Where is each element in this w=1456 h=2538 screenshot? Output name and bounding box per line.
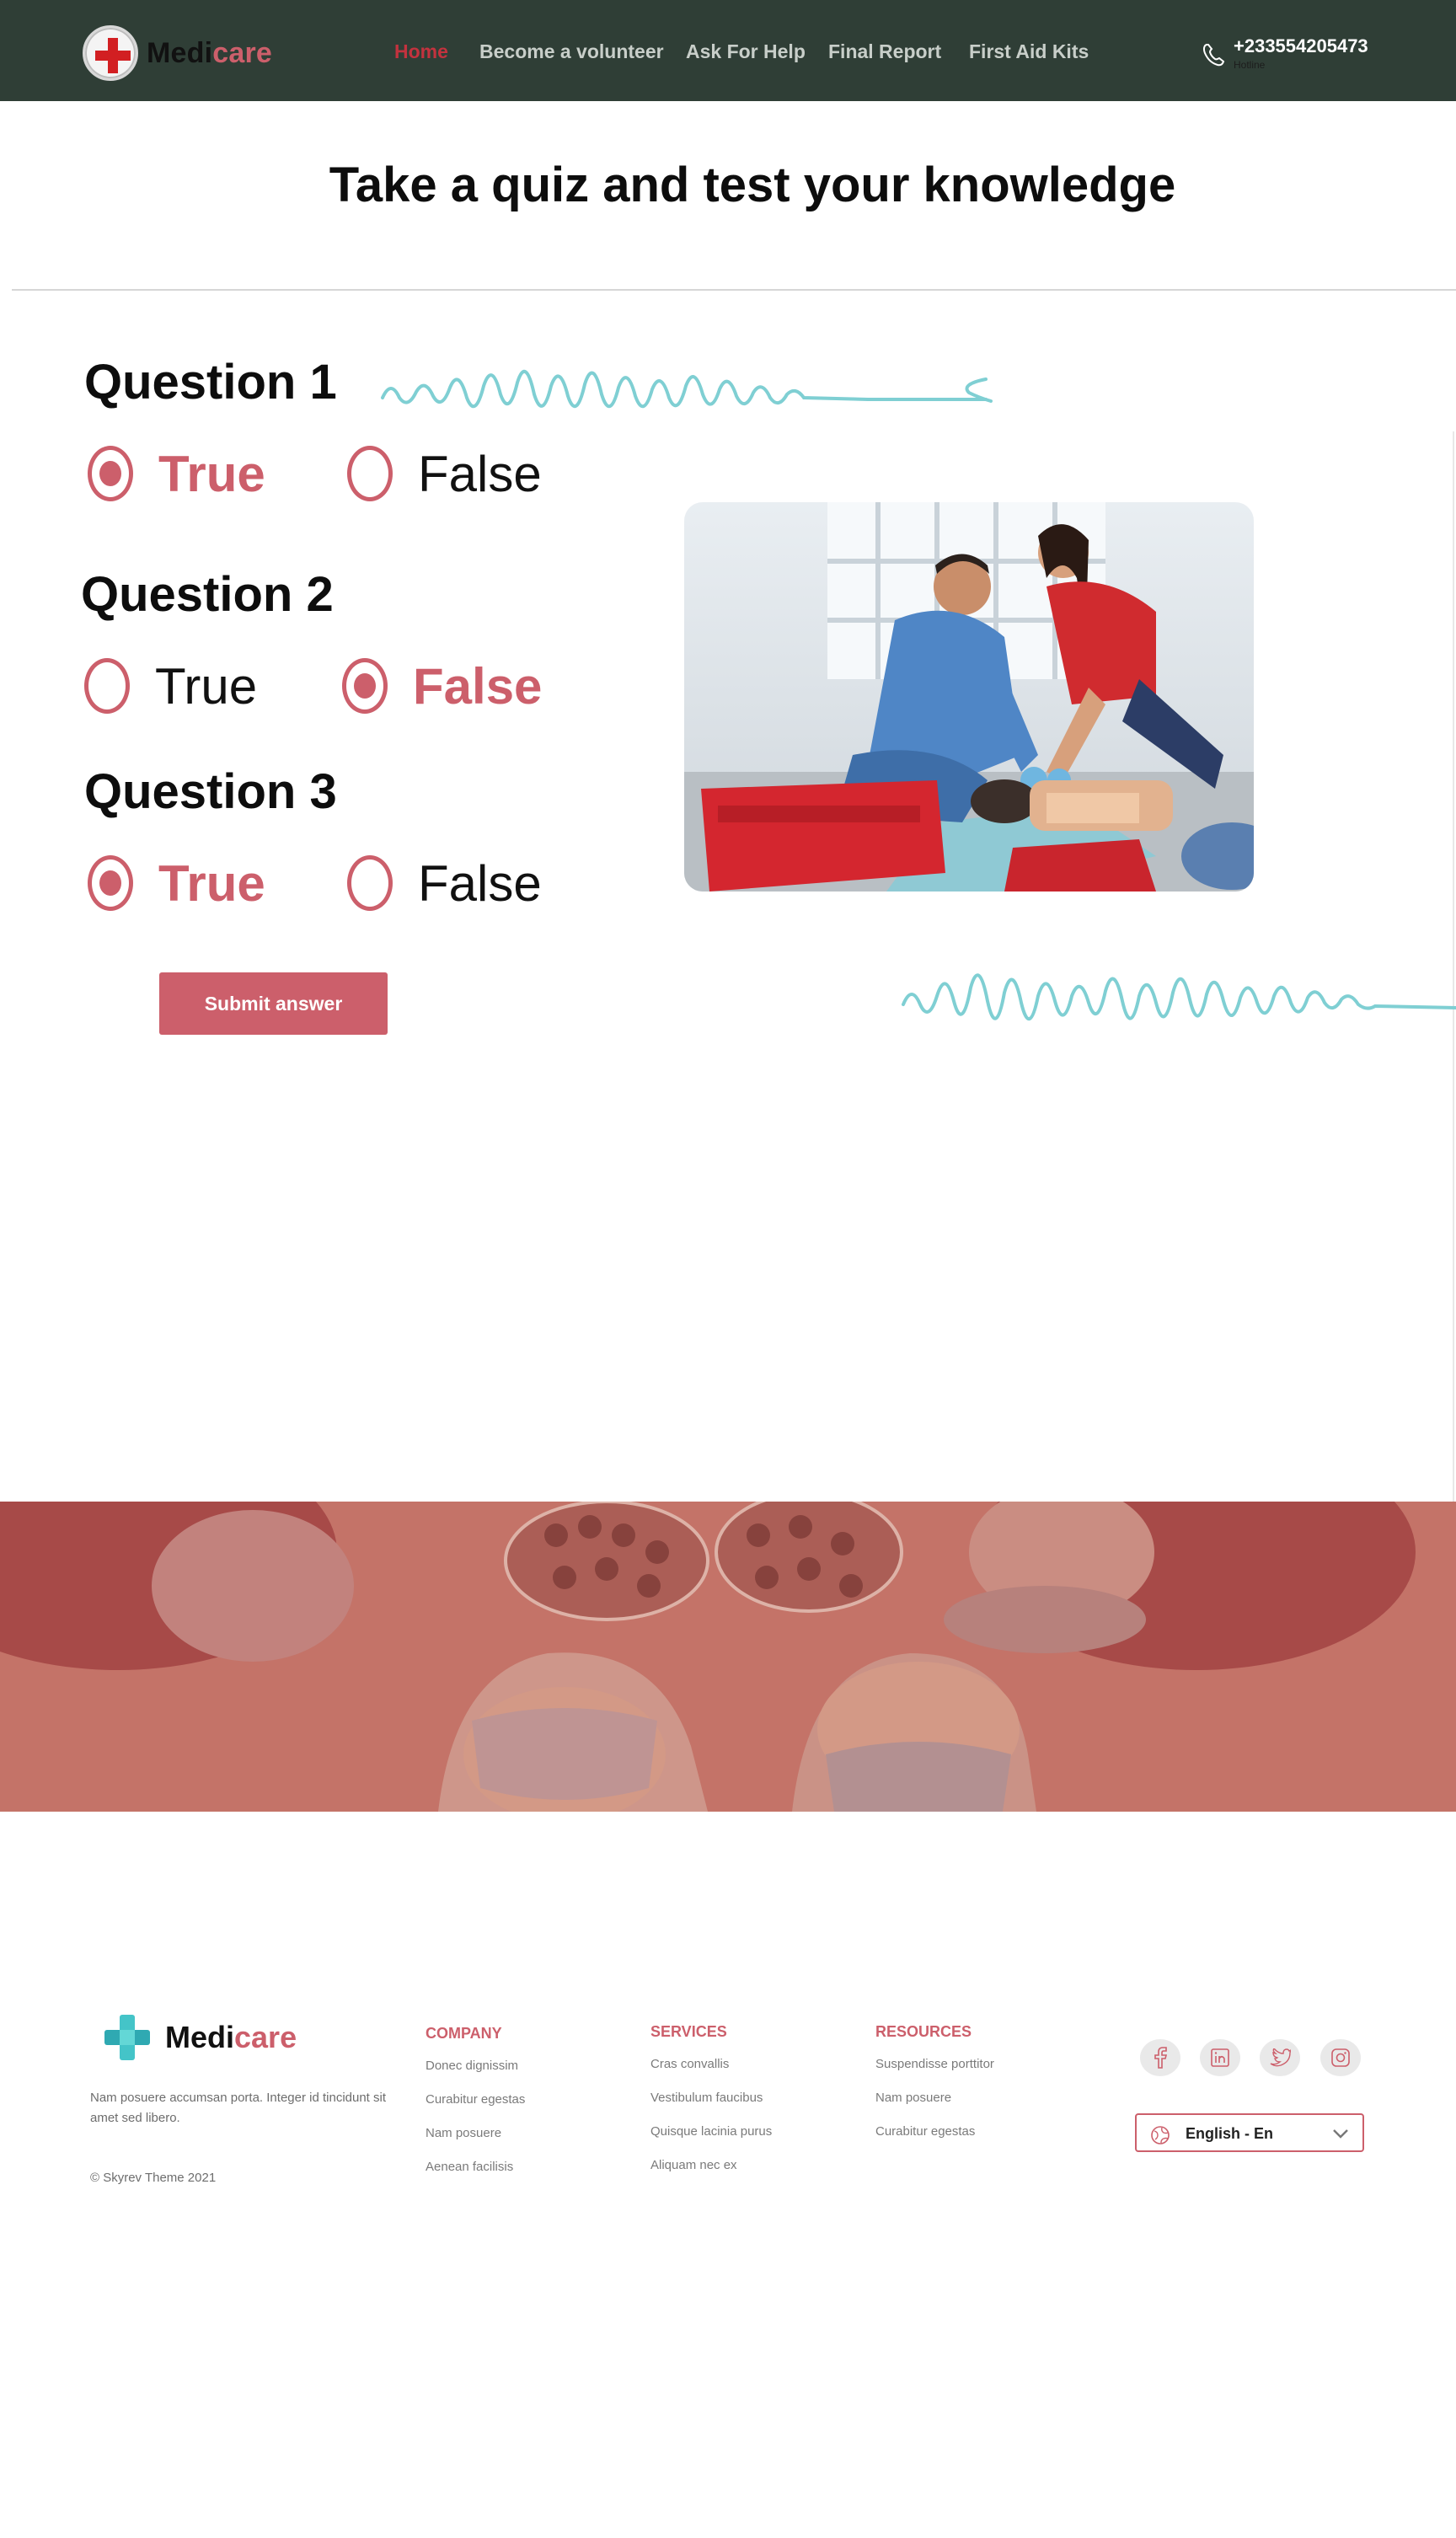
option-label: True — [158, 445, 265, 502]
radio-checked-icon[interactable] — [88, 855, 133, 911]
nav-item-first-aid-kits[interactable]: First Aid Kits — [969, 40, 1089, 63]
radio-unchecked-icon[interactable] — [347, 446, 393, 501]
footer-link[interactable]: Quisque lacinia purus — [650, 2122, 772, 2155]
surgeons-banner-image — [0, 1502, 1456, 1812]
footer-link[interactable]: Curabitur egestas — [875, 2122, 994, 2155]
radio-checked-icon[interactable] — [342, 658, 388, 714]
page-title: Take a quiz and test your knowledge — [329, 158, 1176, 212]
cpr-training-photo — [684, 502, 1254, 892]
footer-link[interactable]: Donec dignissim — [426, 2056, 525, 2090]
submit-answer-button[interactable]: Submit answer — [159, 972, 388, 1035]
footer-description: Nam posuere accumsan porta. Integer id t… — [90, 2091, 387, 2125]
nav-item-home[interactable]: Home — [394, 40, 448, 63]
option-label: False — [418, 854, 542, 912]
radio-checked-icon[interactable] — [88, 446, 133, 501]
q1-option-false[interactable]: False — [347, 444, 542, 503]
phone-contact[interactable]: +233554205473 Hotline — [1202, 35, 1404, 78]
phone-icon — [1202, 44, 1225, 67]
option-label: True — [158, 854, 265, 912]
footer-link[interactable]: Nam posuere — [875, 2088, 994, 2122]
footer-link[interactable]: Vestibulum faucibus — [650, 2088, 772, 2122]
question-3-title: Question 3 — [84, 764, 337, 819]
medical-cross-icon — [104, 2015, 150, 2060]
footer-column-resources: RESOURCES Suspendisse porttitor Nam posu… — [875, 2023, 994, 2155]
language-select[interactable]: English - En — [1135, 2113, 1364, 2152]
chevron-down-icon — [1333, 2129, 1348, 2139]
squiggle-decoration-top — [381, 369, 993, 409]
question-1-title: Question 1 — [84, 355, 337, 410]
nav-item-ask-for-help[interactable]: Ask For Help — [686, 40, 806, 63]
globe-icon — [1151, 2126, 1170, 2144]
facebook-icon[interactable] — [1140, 2039, 1180, 2076]
nav-item-become-a-volunteer[interactable]: Become a volunteer — [479, 40, 664, 63]
footer-column-heading: SERVICES — [650, 2023, 727, 2040]
twitter-icon[interactable] — [1260, 2039, 1300, 2076]
footer-link[interactable]: Suspendisse porttitor — [875, 2054, 994, 2088]
footer-brand-name: Medicare — [165, 2020, 297, 2054]
option-label: False — [413, 657, 543, 715]
phone-number: +233554205473 — [1234, 35, 1368, 56]
site-header: Medicare Home Become a volunteer Ask For… — [0, 0, 1456, 101]
q3-option-false[interactable]: False — [347, 854, 542, 913]
footer-link[interactable]: Aenean facilisis — [426, 2157, 525, 2191]
phone-caption: Hotline — [1234, 59, 1266, 71]
q2-option-true[interactable]: True — [84, 656, 257, 715]
brand-logo[interactable]: Medicare — [83, 25, 272, 81]
footer-column-heading: RESOURCES — [875, 2023, 972, 2040]
section-divider — [12, 289, 1456, 291]
footer-column-company: COMPANY Donec dignissim Curabitur egesta… — [426, 2025, 525, 2191]
q1-option-true[interactable]: True — [88, 444, 265, 503]
option-label: False — [418, 445, 542, 502]
radio-unchecked-icon[interactable] — [347, 855, 393, 911]
footer-link[interactable]: Aliquam nec ex — [650, 2155, 772, 2189]
footer-column-services: SERVICES Cras convallis Vestibulum fauci… — [650, 2023, 772, 2189]
radio-unchecked-icon[interactable] — [84, 658, 130, 714]
nav-item-final-report[interactable]: Final Report — [828, 40, 941, 63]
footer-link[interactable]: Curabitur egestas — [426, 2090, 525, 2123]
option-label: True — [155, 657, 258, 715]
squiggle-decoration-bottom — [902, 973, 1456, 1021]
footer-brand-logo[interactable]: Medicare — [103, 2012, 297, 2063]
q3-option-true[interactable]: True — [88, 854, 265, 913]
footer-copyright: © Skyrev Theme 2021 — [90, 2171, 217, 2185]
footer-link[interactable]: Nam posuere — [426, 2123, 525, 2157]
red-cross-icon — [83, 25, 138, 81]
linkedin-icon[interactable] — [1200, 2039, 1240, 2076]
footer-link[interactable]: Cras convallis — [650, 2054, 772, 2088]
brand-name: Medicare — [147, 36, 273, 69]
footer-column-heading: COMPANY — [426, 2025, 502, 2042]
question-2-title: Question 2 — [81, 567, 334, 622]
q2-option-false[interactable]: False — [342, 656, 542, 715]
instagram-icon[interactable] — [1320, 2039, 1361, 2076]
language-label: English - En — [1186, 2125, 1274, 2142]
